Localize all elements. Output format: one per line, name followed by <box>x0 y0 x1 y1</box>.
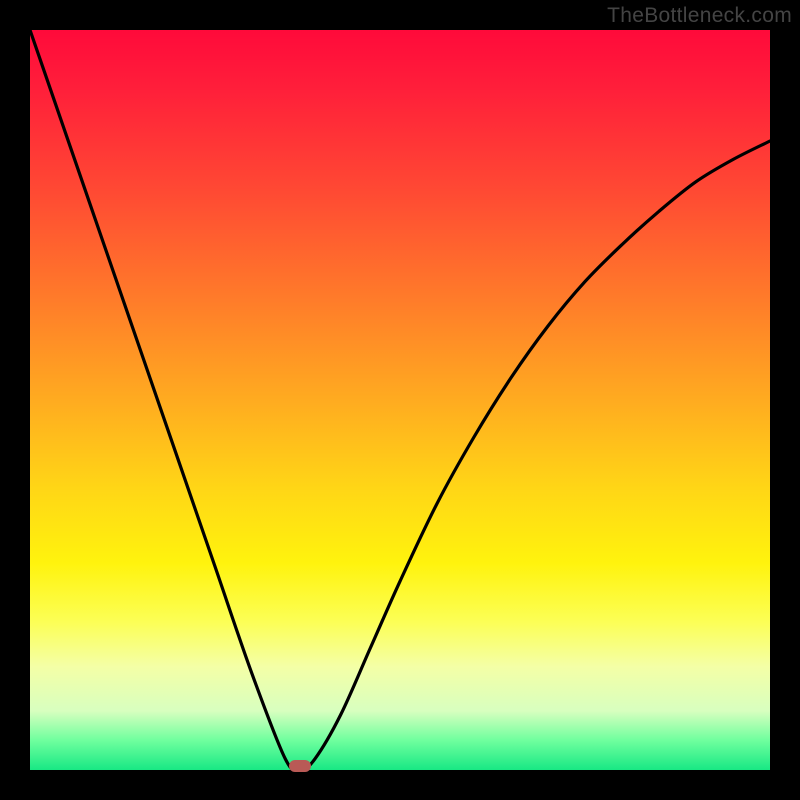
chart-frame: TheBottleneck.com <box>0 0 800 800</box>
bottleneck-curve <box>30 30 770 771</box>
watermark-label: TheBottleneck.com <box>607 4 792 28</box>
min-marker <box>289 760 311 772</box>
curve-svg <box>30 30 770 770</box>
plot-area <box>30 30 770 770</box>
